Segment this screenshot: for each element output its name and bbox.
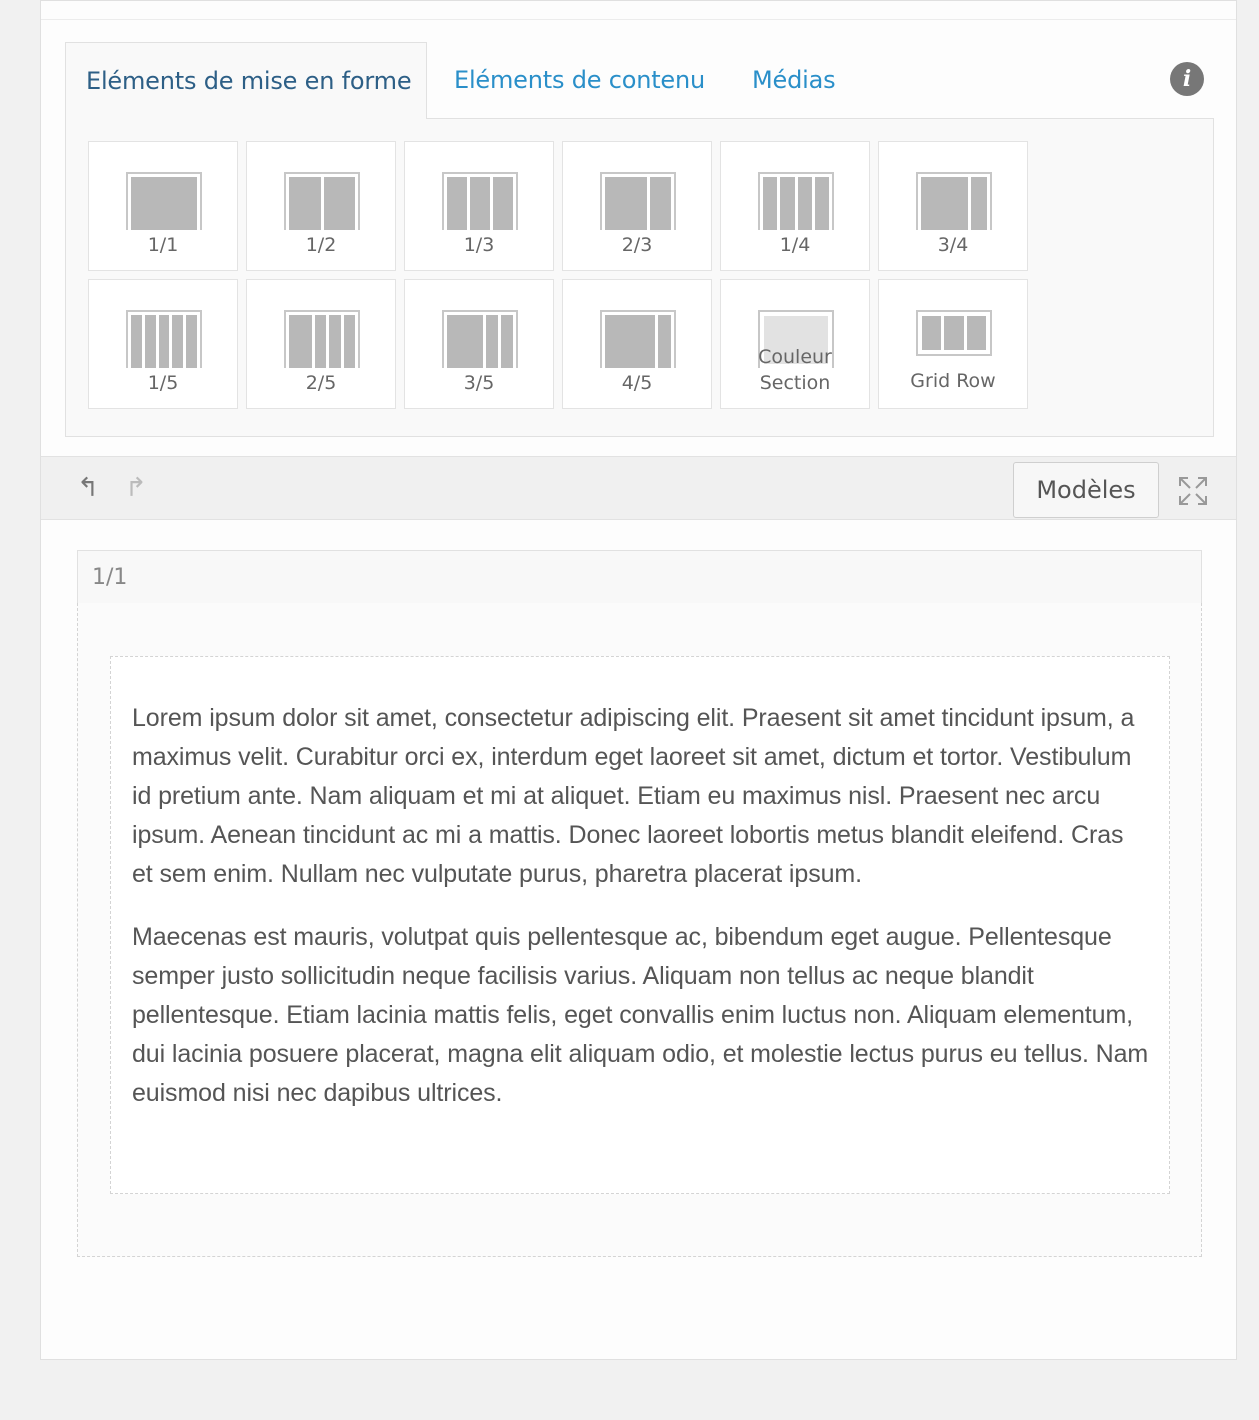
- column-layout-icon: [442, 310, 518, 368]
- tab-media[interactable]: Médias: [752, 42, 836, 119]
- column-layout-icon: [600, 310, 676, 368]
- layout-tile-label: 3/5: [463, 372, 495, 394]
- text-block[interactable]: Lorem ipsum dolor sit amet, consectetur …: [110, 656, 1170, 1194]
- layout-tile[interactable]: 1/1: [88, 141, 238, 271]
- column-layout-icon: [442, 172, 518, 230]
- layout-tile[interactable]: 3/5: [404, 279, 554, 409]
- column-body: Lorem ipsum dolor sit amet, consectetur …: [77, 603, 1202, 1257]
- redo-icon[interactable]: ↱: [125, 473, 147, 503]
- layout-tile[interactable]: 3/4: [878, 141, 1028, 271]
- layout-tile[interactable]: 2/5: [246, 279, 396, 409]
- column-layout-icon: [758, 172, 834, 230]
- layout-tile-label: 1/1: [147, 234, 179, 256]
- layout-tile[interactable]: 1/5: [88, 279, 238, 409]
- layout-tile-label: 4/5: [621, 372, 653, 394]
- column-layout-icon: [600, 172, 676, 230]
- page-builder-panel: Eléments de mise en forme Eléments de co…: [40, 0, 1237, 1360]
- layout-tile[interactable]: 4/5: [562, 279, 712, 409]
- layout-tile[interactable]: 1/3: [404, 141, 554, 271]
- info-icon[interactable]: i: [1170, 62, 1204, 96]
- layout-tile-label: 3/4: [937, 234, 969, 256]
- tab-content-elements[interactable]: Eléments de contenu: [454, 42, 705, 119]
- tab-layout-elements[interactable]: Eléments de mise en forme: [65, 42, 427, 119]
- paragraph-1: Lorem ipsum dolor sit amet, consectetur …: [132, 704, 1135, 888]
- column-layout-icon: [284, 172, 360, 230]
- column-layout-icon: [126, 172, 202, 230]
- templates-button[interactable]: Modèles: [1013, 462, 1159, 518]
- editor-toolbar: ↰ ↱ Modèles: [41, 456, 1236, 520]
- column-header[interactable]: 1/1: [77, 550, 1202, 604]
- column-layout-icon: [916, 172, 992, 230]
- layout-tile[interactable]: 1/4: [720, 141, 870, 271]
- layout-tile-label: 1/4: [779, 234, 811, 256]
- column-layout-icon: [126, 310, 202, 368]
- paragraph-2: Maecenas est mauris, volutpat quis pelle…: [132, 923, 1149, 1107]
- undo-icon[interactable]: ↰: [77, 473, 99, 503]
- layout-tile-label: 1/3: [463, 234, 495, 256]
- tab-panel-layout: 1/1 1/2 1/3 2/3 1/4 3/4 1/5 2/5 3/5 4/5 Couleur Se…: [65, 118, 1214, 437]
- column-layout-icon: [284, 310, 360, 368]
- layout-tile-label: Grid Row: [910, 370, 996, 392]
- layout-tile-label: 1/2: [305, 234, 337, 256]
- layout-tile-label: 2/3: [621, 234, 653, 256]
- layout-tile[interactable]: 2/3: [562, 141, 712, 271]
- column-layout-icon: [916, 310, 992, 356]
- layout-tile[interactable]: Grid Row: [878, 279, 1028, 409]
- layout-tile-label: 2/5: [305, 372, 337, 394]
- layout-tile-label: Couleur Section: [758, 346, 832, 394]
- layout-tile[interactable]: Couleur Section: [720, 279, 870, 409]
- layout-tile[interactable]: 1/2: [246, 141, 396, 271]
- element-tabs: Eléments de mise en forme Eléments de co…: [65, 42, 1214, 437]
- panel-divider: [41, 19, 1236, 20]
- expand-icon[interactable]: [1177, 475, 1209, 507]
- layout-tile-label: 1/5: [147, 372, 179, 394]
